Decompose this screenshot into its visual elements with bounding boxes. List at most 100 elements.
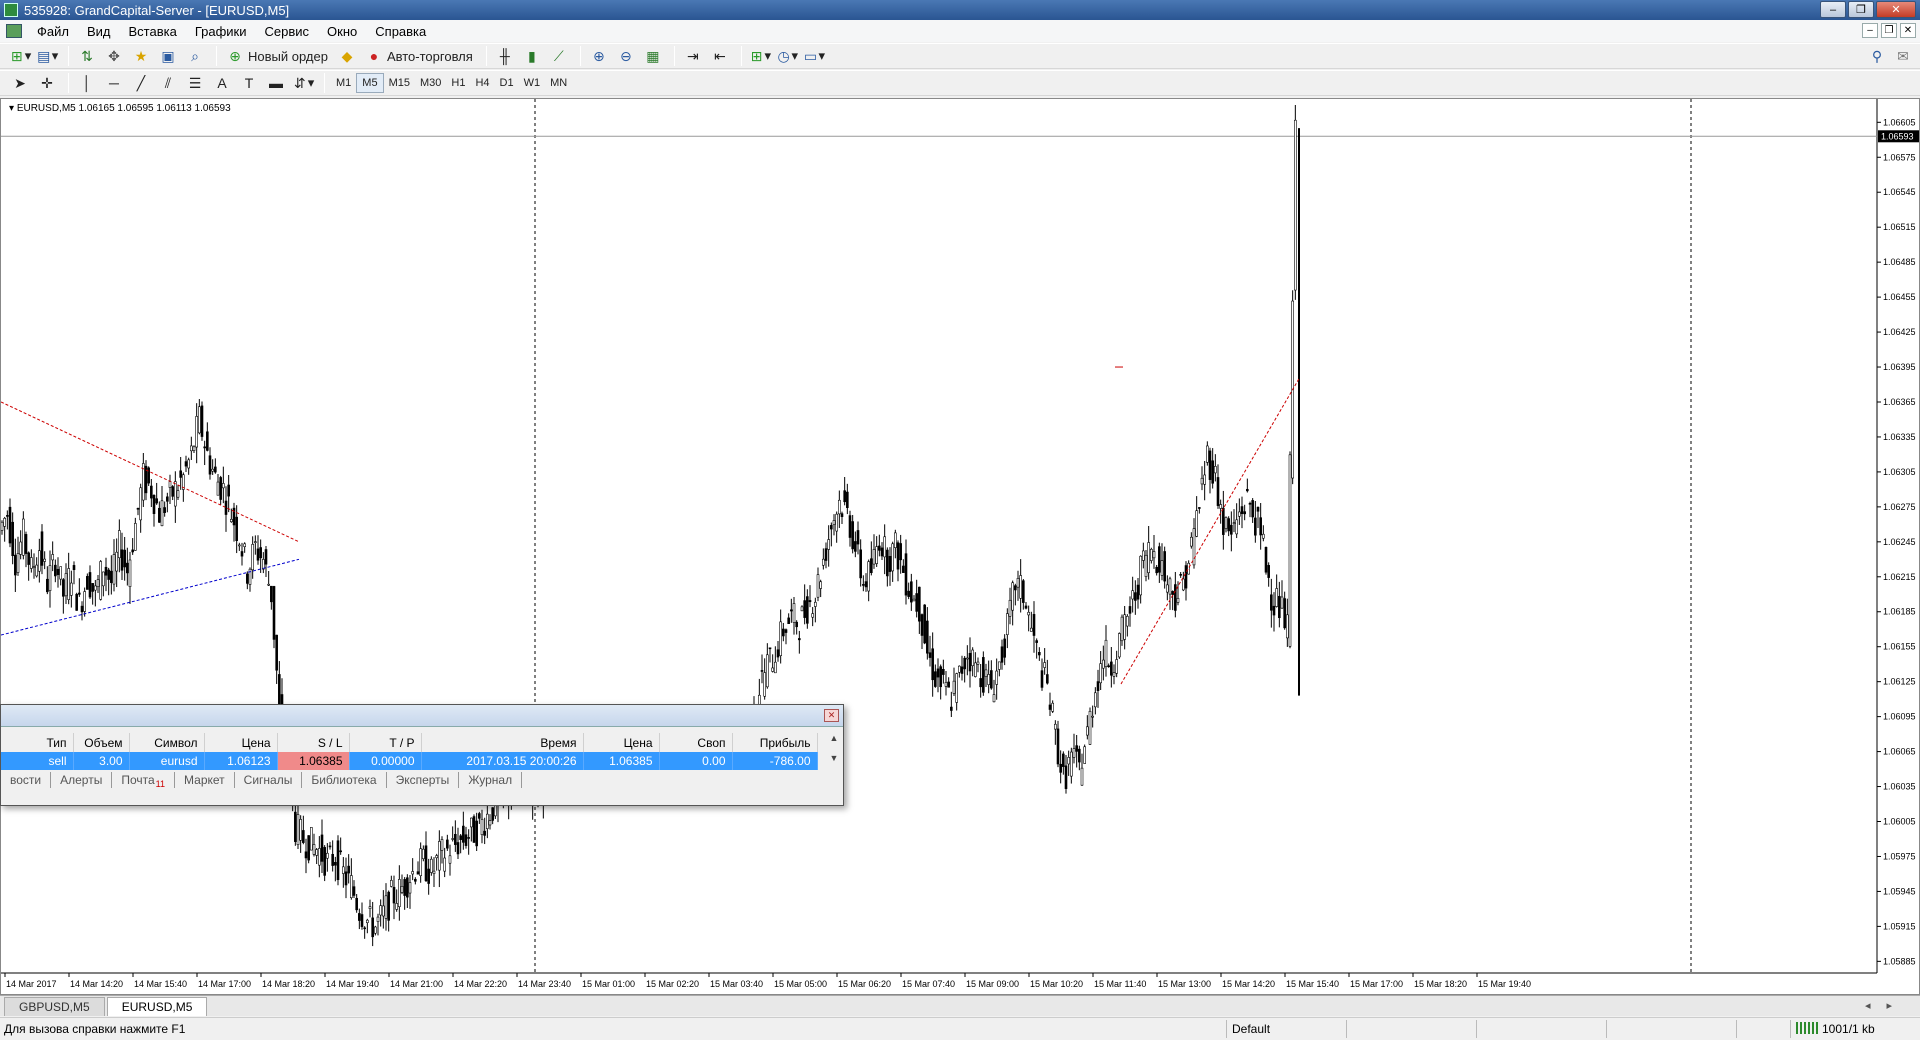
timeframe-m30[interactable]: M30 <box>415 73 446 93</box>
col-profit[interactable]: Прибыль <box>732 733 818 752</box>
tab-scroll-arrows[interactable]: ◂▸ <box>1865 999 1908 1012</box>
col-tp[interactable]: T / P <box>349 733 422 752</box>
candle-body <box>944 682 948 687</box>
timeframe-d1[interactable]: D1 <box>495 73 519 93</box>
shape-tool[interactable]: ▬ <box>264 72 288 94</box>
col-current-price[interactable]: Цена <box>583 733 660 752</box>
terminal-panel[interactable]: ✕ Тип Объем Символ Цена S / L T / P Врем… <box>0 704 844 806</box>
terminal-title-bar[interactable]: ✕ <box>1 705 843 727</box>
data-window-button[interactable]: ✥ <box>102 45 126 67</box>
trendline-tool[interactable]: ╱ <box>129 72 153 94</box>
candle-body <box>328 845 332 848</box>
col-sl[interactable]: S / L <box>277 733 350 752</box>
templates-button[interactable]: ▭ ▾ <box>802 45 826 67</box>
vertical-line-tool[interactable]: │ <box>75 72 99 94</box>
timeframe-h1[interactable]: H1 <box>446 73 470 93</box>
terminal-button[interactable]: ▣ <box>156 45 180 67</box>
candle-body <box>208 455 212 475</box>
crosshair-tool[interactable]: ✛ <box>35 72 59 94</box>
channel-tool[interactable]: ⫽ <box>156 72 180 94</box>
strategy-tester-button[interactable]: ⌕ <box>183 45 207 67</box>
close-button[interactable]: ✕ <box>1876 1 1916 18</box>
timeframe-m5[interactable]: M5 <box>356 73 384 93</box>
price-chart[interactable]: 1.06605 1.06575 1.06545 1.06515 1.06485 1.064… <box>1 99 1919 994</box>
navigator-button[interactable]: ★ <box>129 45 153 67</box>
new-chart-button[interactable]: ⊞ ▾ <box>8 45 32 67</box>
tab-library[interactable]: Библиотека <box>302 772 387 788</box>
auto-trading-button[interactable]: ● Авто-торговля <box>362 45 477 67</box>
autoscroll-button[interactable]: ⇥ <box>681 45 705 67</box>
timeframe-mn[interactable]: MN <box>545 73 572 93</box>
label-tool[interactable]: T <box>237 72 261 94</box>
col-type[interactable]: Тип <box>1 733 74 752</box>
candle-body <box>62 579 65 597</box>
menu-charts[interactable]: Графики <box>186 24 256 39</box>
tab-signals[interactable]: Сигналы <box>235 772 303 788</box>
indicators-button[interactable]: ⊞ ▾ <box>748 45 772 67</box>
timeframe-h4[interactable]: H4 <box>470 73 494 93</box>
chart-shift-button[interactable]: ⇤ <box>708 45 732 67</box>
candle-body <box>11 521 14 557</box>
menu-help[interactable]: Справка <box>366 24 435 39</box>
mdi-close-button[interactable]: ✕ <box>1900 23 1916 38</box>
menu-view[interactable]: Вид <box>78 24 120 39</box>
fibonacci-tool[interactable]: ☰ <box>183 72 207 94</box>
price-label: 1.06155 <box>1883 642 1916 652</box>
tab-experts[interactable]: Эксперты <box>387 772 460 788</box>
candle-body <box>179 470 182 478</box>
candle-body <box>184 461 188 467</box>
horizontal-line-tool[interactable]: ─ <box>102 72 126 94</box>
candle-body <box>40 531 44 566</box>
chart-tab-eurusd[interactable]: EURUSD,M5 <box>106 997 208 1016</box>
col-swap[interactable]: Своп <box>659 733 733 752</box>
tab-market[interactable]: Маркет <box>175 772 235 788</box>
market-watch-button[interactable]: ⇅ <box>75 45 99 67</box>
text-tool[interactable]: A <box>210 72 234 94</box>
chart-window-icon[interactable] <box>6 24 22 38</box>
zoom-out-button[interactable]: ⊖ <box>614 45 638 67</box>
timeframe-w1[interactable]: W1 <box>519 73 546 93</box>
candle-body <box>1142 550 1145 561</box>
tab-alerts[interactable]: Алерты <box>51 772 113 788</box>
col-time[interactable]: Время <box>421 733 584 752</box>
candle-body <box>1128 606 1132 614</box>
col-volume[interactable]: Объем <box>73 733 130 752</box>
line-chart-button[interactable]: ⟋ <box>547 45 571 67</box>
mdi-restore-button[interactable]: ❐ <box>1881 23 1897 38</box>
community-button[interactable]: ✉ <box>1891 45 1915 67</box>
menu-file[interactable]: Файл <box>28 24 78 39</box>
minimize-button[interactable]: – <box>1820 1 1846 18</box>
mdi-minimize-button[interactable]: – <box>1862 23 1878 38</box>
cursor-tool[interactable]: ➤ <box>8 72 32 94</box>
timeframe-m1[interactable]: M1 <box>331 73 356 93</box>
table-row[interactable]: sell 3.00 eurusd 1.06123 1.06385 0.00000… <box>1 752 818 770</box>
candlestick-button[interactable]: ▮ <box>520 45 544 67</box>
timeframe-m15[interactable]: M15 <box>384 73 415 93</box>
periods-button[interactable]: ◷ ▾ <box>775 45 799 67</box>
price-label: 1.05885 <box>1883 956 1916 966</box>
candle-body <box>358 913 361 921</box>
new-order-button[interactable]: ⊕ Новый ордер <box>223 45 332 67</box>
terminal-close-button[interactable]: ✕ <box>824 709 839 722</box>
chart-tab-gbpusd[interactable]: GBPUSD,M5 <box>4 997 105 1016</box>
chart-window[interactable]: 1.06605 1.06575 1.06545 1.06515 1.06485 1.064… <box>0 98 1920 995</box>
tab-mailbox[interactable]: Почта11 <box>112 772 176 789</box>
tab-news[interactable]: вости <box>1 772 52 788</box>
candle-body <box>1131 590 1134 600</box>
arrows-tool[interactable]: ⇵ ▾ <box>291 72 315 94</box>
terminal-scrollbar[interactable]: ▲ ▼ <box>827 733 841 771</box>
candle-body <box>1214 466 1217 474</box>
col-price[interactable]: Цена <box>204 733 278 752</box>
tab-journal[interactable]: Журнал <box>459 772 523 788</box>
zoom-in-button[interactable]: ⊕ <box>587 45 611 67</box>
menu-window[interactable]: Окно <box>318 24 366 39</box>
maximize-button[interactable]: ❐ <box>1848 1 1874 18</box>
menu-insert[interactable]: Вставка <box>120 24 186 39</box>
tile-windows-button[interactable]: ▦ <box>641 45 665 67</box>
profiles-button[interactable]: ▤ ▾ <box>35 45 59 67</box>
menu-tools[interactable]: Сервис <box>256 24 319 39</box>
bar-chart-button[interactable]: ╫ <box>493 45 517 67</box>
col-symbol[interactable]: Символ <box>129 733 205 752</box>
search-button[interactable]: ⚲ <box>1865 45 1889 67</box>
metaeditor-button[interactable]: ◆ <box>335 45 359 67</box>
